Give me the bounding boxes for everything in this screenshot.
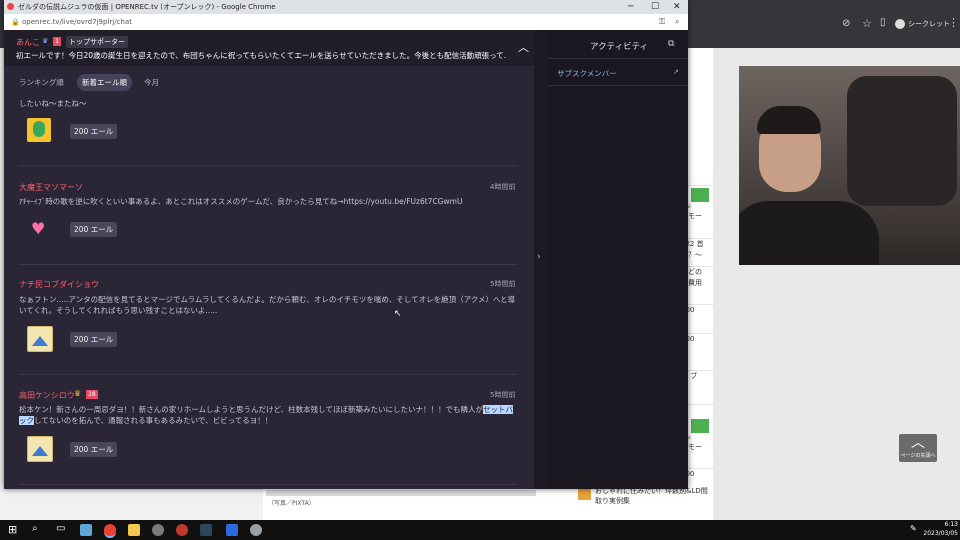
close-button[interactable]: ✕	[673, 0, 681, 14]
external-link-icon[interactable]: ↗	[673, 68, 679, 76]
explorer-icon[interactable]	[128, 524, 140, 536]
tab-this-month[interactable]: 今月	[144, 77, 159, 88]
entry-user-name[interactable]: 大魔王マソマーソ	[19, 182, 83, 193]
article-thumb	[578, 488, 591, 500]
window-titlebar[interactable]: ゼルダの伝説ムジュラの仮面 | OPENREC.tv (オープンレック) - G…	[4, 0, 688, 14]
chat-panel: あんこ ♛ 1 トップサポーター 初エールです！今日20歳の誕生日を迎えたので、…	[4, 30, 538, 489]
entry-divider	[19, 484, 517, 485]
stamp-parrot-icon	[27, 118, 51, 142]
scroll-to-top-label: ページの先頭へ	[900, 453, 936, 459]
pinned-text: 初エールです！今日20歳の誕生日を迎えたので、布団ちゃんに祝ってもらいたくてエー…	[16, 51, 506, 60]
mouse-cursor-icon: ↖	[394, 309, 402, 319]
minimize-button[interactable]: ─	[628, 0, 633, 14]
task-view-icon[interactable]: ▭	[56, 523, 65, 534]
entry-text: したいね～またね～	[19, 99, 87, 108]
clock-date[interactable]: 2023/03/05	[921, 530, 958, 537]
yell-amount: 200 エール	[70, 222, 118, 237]
start-windows-icon[interactable]: ⊞	[8, 523, 17, 536]
panel-splitter[interactable]: ›	[534, 30, 547, 489]
stamp-fuji-icon	[27, 436, 53, 462]
person-hair	[757, 106, 821, 134]
side-card-thumb	[691, 188, 709, 202]
webcam-overlay	[739, 66, 960, 265]
steam-icon[interactable]	[200, 524, 212, 536]
sub-member-link[interactable]: サブスクメンバー	[557, 68, 617, 79]
window-title: ゼルダの伝説ムジュラの仮面 | OPENREC.tv (オープンレック) - G…	[18, 3, 276, 11]
entry-user-name[interactable]: 高田ケンシロウ	[19, 390, 75, 401]
pinned-user-name[interactable]: あんこ	[16, 37, 40, 48]
chat-popup-window: ゼルダの伝説ムジュラの仮面 | OPENREC.tv (オープンレック) - G…	[4, 0, 688, 489]
windows-taskbar: ⊞ ⌕ ▭ ✎ 6:13 2023/03/05	[0, 520, 960, 540]
yell-amount: 200 エール	[70, 332, 118, 347]
profile-label[interactable]: シークレット	[908, 19, 950, 29]
tab-ranking[interactable]: ランキング順	[19, 77, 64, 88]
maximize-button[interactable]: ☐	[651, 0, 659, 14]
profile-avatar[interactable]	[895, 19, 905, 29]
yell-amount: 200 エール	[70, 442, 118, 457]
entry-time: 5時間前	[490, 391, 516, 399]
popout-icon[interactable]: ⧉	[668, 39, 674, 49]
entry-time: 4時間前	[490, 183, 516, 191]
sidepanel-icon[interactable]: ▯	[880, 17, 886, 28]
shield-icon[interactable]	[250, 524, 262, 536]
activity-panel: アクティビティ ⧉ サブスクメンバー ↗	[547, 30, 688, 489]
chrome-icon[interactable]	[104, 524, 116, 538]
lock-icon: 🔒	[11, 18, 20, 26]
entry-text: なぁフトン.....アンタの配信を見てるとマージでムラムラしてくるんだよ。だから…	[19, 295, 516, 315]
level-badge: 1	[53, 37, 61, 46]
entry-text: ｱﾁｬｰｲﾌﾞ時の歌を逆に吹くといい事あるよ、あとこれはオススメのゲームだ、良か…	[19, 197, 463, 206]
person-shirt	[739, 201, 879, 265]
activity-divider	[547, 58, 688, 59]
chevron-up-icon: ︿	[911, 435, 925, 451]
activity-divider	[547, 85, 688, 86]
level-badge: 28	[86, 390, 98, 399]
address-bar[interactable]: 🔒 openrec.tv/live/ovrd7j9plrj/chat ⚿ ⌕	[4, 14, 688, 30]
bookmark-star-icon[interactable]: ☆	[862, 17, 872, 30]
incognito-icon[interactable]: ⊘	[842, 18, 850, 29]
pinned-message[interactable]: あんこ ♛ 1 トップサポーター 初エールです！今日20歳の誕生日を迎えたので、…	[4, 30, 534, 66]
tab-newest-yell[interactable]: 新着エール順	[77, 74, 132, 91]
entry-divider	[19, 165, 517, 166]
key-icon[interactable]: ⚿	[659, 14, 665, 30]
clock-time[interactable]: 6:13	[930, 521, 958, 528]
photo-credit: （写真／PIXTA）	[268, 500, 315, 507]
url-text[interactable]: openrec.tv/live/ovrd7j9plrj/chat	[22, 14, 132, 30]
entry-user-name[interactable]: ナチ民コブダイショウ	[19, 279, 99, 290]
heart-stamp-icon: ♥	[31, 219, 46, 238]
stamp-fuji-icon	[27, 326, 53, 352]
taskbar-app-icon[interactable]	[152, 524, 164, 536]
collapse-chevron-icon[interactable]: ︿	[518, 39, 529, 55]
activity-title: アクティビティ	[590, 42, 649, 52]
yell-amount: 200 エール	[70, 124, 118, 139]
chair-shape	[847, 76, 957, 206]
entry-divider	[19, 374, 517, 375]
zoom-icon[interactable]: ⌕	[675, 14, 679, 30]
entry-text: 松本ケン！新さんの一周忌ダヨ！！新さんの家リホームしようと思うんだけど、柱数本残…	[19, 405, 513, 425]
side-card-thumb	[691, 419, 709, 433]
entry-time: 5時間前	[490, 280, 516, 288]
entry-divider	[19, 264, 517, 265]
article-image-strip	[266, 490, 536, 496]
more-menu-icon[interactable]: ⋮	[948, 16, 959, 29]
taskbar-app-icon[interactable]	[80, 524, 92, 536]
site-favicon-icon	[7, 3, 14, 10]
pen-icon[interactable]: ✎	[910, 524, 917, 533]
search-icon[interactable]: ⌕	[32, 523, 38, 534]
crown-icon: ♛	[74, 389, 82, 398]
obs-icon[interactable]	[176, 524, 188, 536]
top-supporter-badge: トップサポーター	[66, 36, 128, 48]
bottom-article-link[interactable]: おしゃれに住みたい！坪数別&LD間取り実例集	[595, 486, 710, 506]
chevron-right-icon[interactable]: ›	[537, 252, 541, 262]
crown-icon: ♛	[42, 37, 49, 45]
display-icon[interactable]	[226, 524, 238, 536]
